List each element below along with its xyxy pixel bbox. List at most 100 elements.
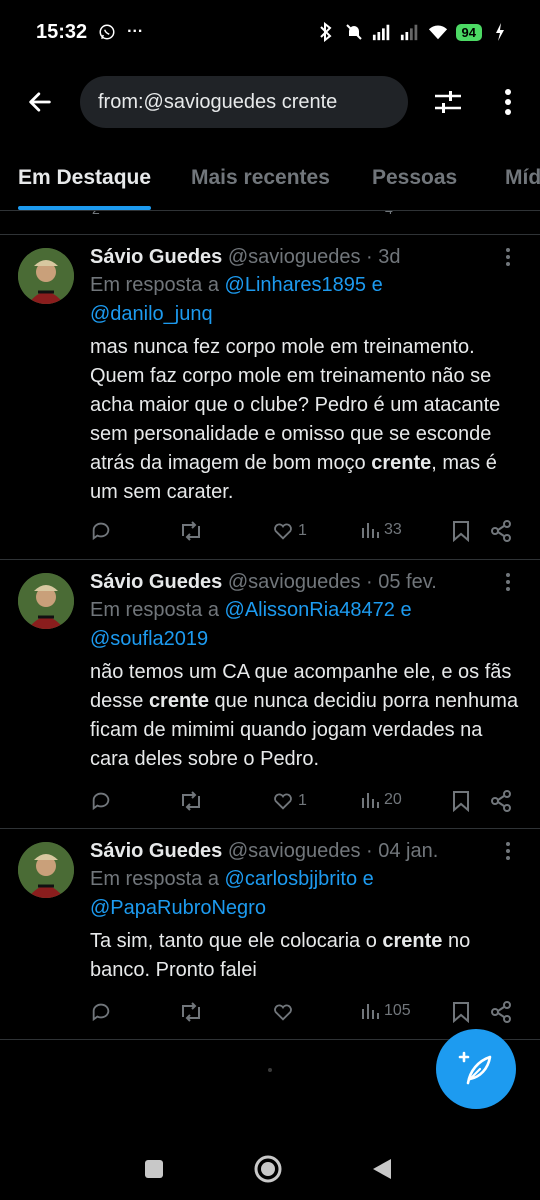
views-chart-icon — [362, 523, 379, 538]
share-button[interactable] — [490, 520, 512, 542]
tweet-date[interactable]: 3d — [378, 246, 400, 268]
tweet-author-handle[interactable]: @savioguedes — [228, 571, 361, 593]
tweet-author-handle[interactable]: @savioguedes — [228, 246, 361, 268]
reply-mention-link[interactable]: @soufla2019 — [90, 628, 208, 650]
reply-button[interactable] — [90, 790, 116, 812]
compose-tweet-button[interactable] — [436, 1029, 516, 1109]
tweet-author-name[interactable]: Sávio Guedes — [90, 246, 222, 268]
views-button[interactable]: 33 — [360, 520, 402, 540]
tweet-card[interactable]: Sávio Guedes @savioguedes · 3d Em respos… — [0, 235, 540, 559]
avatar[interactable] — [18, 573, 74, 629]
search-highlight: crente — [382, 930, 443, 952]
search-input[interactable] — [98, 90, 398, 114]
like-count: 1 — [298, 522, 307, 539]
reply-mention-link[interactable]: @AlissonRia48472 — [225, 599, 395, 621]
status-time: 15:32 — [36, 20, 88, 43]
partial-view-count: 4 — [385, 211, 393, 217]
search-top-bar — [0, 74, 540, 130]
reply-icon — [92, 1003, 110, 1022]
bookmark-button[interactable] — [452, 520, 470, 542]
tweet-more-button[interactable] — [496, 839, 520, 863]
view-count: 20 — [384, 791, 402, 808]
reply-icon — [92, 792, 110, 811]
tweet-separator: · — [366, 571, 373, 593]
tweet-text: Ta sim, tanto que ele colocaria o crente… — [90, 927, 520, 985]
retweet-button[interactable] — [178, 520, 208, 542]
share-icon — [491, 520, 511, 542]
heart-icon — [274, 1004, 292, 1021]
tweet-author-name[interactable]: Sávio Guedes — [90, 840, 222, 862]
bookmark-button[interactable] — [452, 1001, 470, 1023]
more-vertical-icon — [505, 89, 511, 115]
tweet-header: Sávio Guedes @savioguedes · 04 jan. — [90, 837, 520, 865]
reply-mention-link[interactable]: @carlosbjjbrito — [225, 868, 358, 890]
tweet-separator: · — [366, 246, 373, 268]
reply-mention-link[interactable]: @PapaRubroNegro — [90, 897, 266, 919]
search-tabs: Em Destaque Mais recentes Pessoas Míd — [0, 150, 540, 210]
tweet-author-handle[interactable]: @savioguedes — [228, 840, 361, 862]
tweet-author-name[interactable]: Sávio Guedes — [90, 571, 222, 593]
like-button[interactable] — [272, 1001, 298, 1023]
share-button[interactable] — [490, 1001, 512, 1023]
scroll-indicator — [268, 1068, 272, 1072]
back-arrow-icon — [29, 92, 51, 112]
bookmark-icon — [453, 521, 469, 542]
search-field[interactable] — [80, 76, 408, 128]
reply-conjunction: e — [357, 868, 374, 890]
partial-reply-count: 2 — [92, 211, 100, 217]
share-icon — [491, 1001, 511, 1023]
views-button[interactable]: 20 — [360, 790, 402, 810]
bookmark-icon — [453, 1002, 469, 1023]
back-triangle-icon — [373, 1159, 391, 1179]
reply-prefix: Em resposta a — [90, 599, 225, 621]
tab-pessoas[interactable]: Pessoas — [372, 150, 457, 210]
avatar[interactable] — [18, 248, 74, 304]
bookmark-button[interactable] — [452, 790, 470, 812]
retweet-button[interactable] — [178, 1001, 208, 1023]
heart-icon — [274, 523, 292, 540]
more-options-button[interactable] — [490, 84, 526, 120]
search-filter-button[interactable] — [428, 84, 468, 120]
tweet-date[interactable]: 04 jan. — [378, 840, 438, 862]
tab-mais-recentes[interactable]: Mais recentes — [191, 150, 330, 210]
like-button[interactable]: 1 — [272, 790, 307, 812]
reply-button[interactable] — [90, 1001, 116, 1023]
reply-mention-link[interactable]: @Linhares1895 — [225, 274, 367, 296]
more-vertical-icon — [506, 842, 510, 860]
heart-icon — [274, 793, 292, 810]
tab-midia[interactable]: Míd — [505, 150, 540, 210]
tweet-card[interactable]: Sávio Guedes @savioguedes · 05 fev. Em r… — [0, 560, 540, 828]
back-nav-button[interactable] — [364, 1151, 400, 1187]
system-navigation-bar — [0, 1135, 540, 1200]
share-button[interactable] — [490, 790, 512, 812]
more-notifications-indicator: ··· — [127, 23, 144, 40]
more-vertical-icon — [506, 248, 510, 266]
like-button[interactable]: 1 — [272, 520, 307, 542]
tweet-text-part: Ta sim, tanto que ele colocaria o — [90, 930, 383, 952]
retweet-button[interactable] — [178, 790, 208, 812]
mute-icon — [344, 22, 364, 42]
tab-em-destaque[interactable]: Em Destaque — [18, 150, 152, 210]
tweet-header: Sávio Guedes @savioguedes · 3d — [90, 243, 520, 271]
back-button[interactable] — [22, 84, 58, 120]
tweet-card[interactable]: Sávio Guedes @savioguedes · 04 jan. Em r… — [0, 829, 540, 1039]
views-button[interactable]: 105 — [360, 1001, 411, 1021]
battery-icon: 94 — [455, 23, 482, 41]
search-highlight: crente — [148, 690, 209, 712]
bookmark-icon — [453, 791, 469, 812]
filter-sliders-icon — [435, 91, 461, 113]
tweet-date[interactable]: 05 fev. — [378, 571, 437, 593]
recents-button[interactable] — [136, 1151, 172, 1187]
views-chart-icon — [362, 793, 379, 808]
views-chart-icon — [362, 1004, 379, 1019]
reply-mention-link[interactable]: @danilo_junq — [90, 303, 213, 325]
tweet-more-button[interactable] — [496, 245, 520, 269]
avatar[interactable] — [18, 842, 74, 898]
whatsapp-icon — [97, 22, 117, 42]
tweet-header: Sávio Guedes @savioguedes · 05 fev. — [90, 568, 520, 596]
tweet-more-button[interactable] — [496, 570, 520, 594]
reply-button[interactable] — [90, 520, 116, 542]
home-button[interactable] — [250, 1151, 286, 1187]
signal-icon — [372, 22, 392, 42]
tweet-text: mas nunca fez corpo mole em treinamento.… — [90, 333, 520, 507]
